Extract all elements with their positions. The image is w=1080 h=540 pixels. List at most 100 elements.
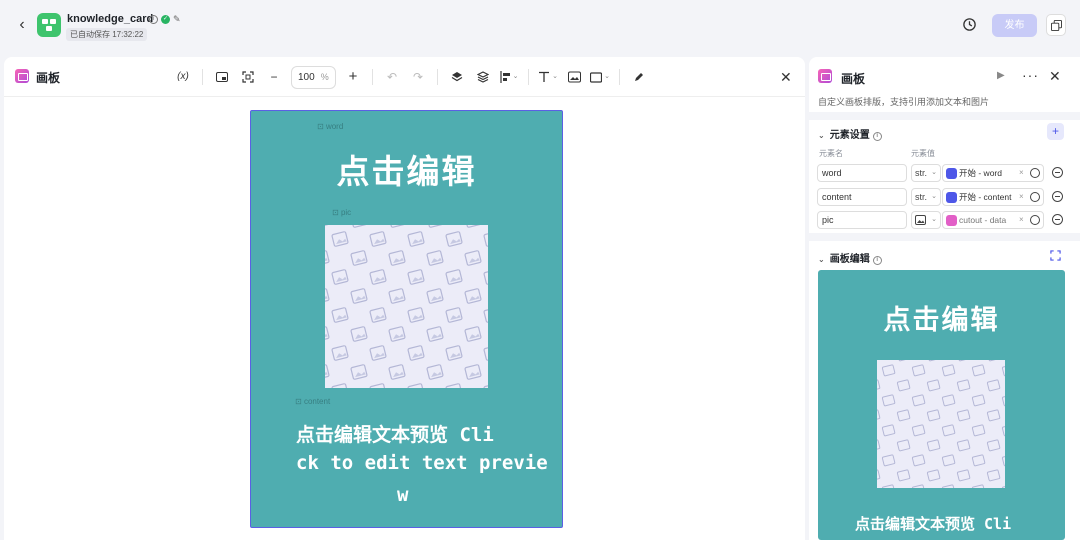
element-tag-content: ⊡ content: [295, 397, 331, 406]
duplicate-button[interactable]: [1046, 14, 1066, 36]
variable-button[interactable]: (x): [172, 65, 194, 89]
canvas-content-line-1[interactable]: 点击编辑文本预览 Cli: [296, 420, 494, 447]
image-placeholder-pattern: [877, 360, 1005, 488]
chevron-down-icon: ⌄: [818, 131, 825, 140]
shape-tool-icon[interactable]: ⌄: [589, 65, 611, 89]
redo-icon[interactable]: ↷: [407, 65, 429, 89]
panel-description: 自定义画板排版，支持引用添加文本和图片: [818, 97, 990, 107]
image-placeholder-pattern: [325, 225, 488, 388]
editor-title: 画板: [36, 71, 61, 85]
start-node-icon: [946, 192, 957, 203]
editor-header: 画板 (x) − 100% + ↶ ↷ ⌄ ⌄ ⌄ ✕: [4, 57, 805, 97]
zoom-input[interactable]: 100%: [291, 65, 336, 89]
toolbar-divider: [202, 69, 203, 85]
add-element-button[interactable]: +: [1047, 123, 1064, 140]
edit-icon[interactable]: ✎: [173, 14, 183, 24]
canvas-toolbar: (x) − 100% + ↶ ↷ ⌄ ⌄ ⌄: [170, 65, 652, 89]
expand-icon[interactable]: [1050, 250, 1061, 261]
element-tag-word-label: word: [325, 122, 344, 131]
reference-picker-icon[interactable]: [1030, 192, 1040, 202]
align-icon[interactable]: ⌄: [498, 65, 520, 89]
undo-icon[interactable]: ↶: [381, 65, 403, 89]
check-circle-icon: ✓: [161, 14, 170, 24]
section-divider: [809, 112, 1080, 120]
clear-reference-icon[interactable]: ×: [1019, 165, 1024, 181]
zoom-in-icon[interactable]: +: [342, 65, 364, 89]
start-node-icon: [946, 168, 957, 179]
canvas-size-icon[interactable]: [211, 65, 233, 89]
close-icon[interactable]: ✕: [1049, 68, 1061, 85]
element-tag-content-label: content: [303, 397, 331, 406]
element-tag-pic: ⊡ pic: [332, 208, 352, 217]
element-row: content str. ⌄ 开始 - content ×: [817, 188, 1070, 206]
info-icon[interactable]: i: [149, 14, 158, 24]
workflow-app-icon: [37, 13, 61, 37]
back-arrow-icon[interactable]: ‹: [14, 15, 30, 35]
element-type-select[interactable]: str. ⌄: [911, 164, 941, 182]
element-tag-word: ⊡ word: [317, 122, 344, 131]
canvas-preview[interactable]: 点击编辑 点击编辑文本预览 Cli: [818, 270, 1065, 540]
element-name-input[interactable]: content: [817, 188, 907, 206]
text-tool-icon[interactable]: ⌄: [537, 65, 559, 89]
element-row: pic ⌄ cutout - data ×: [817, 211, 1070, 229]
layers-icon[interactable]: [472, 65, 494, 89]
more-icon[interactable]: ···: [1022, 67, 1039, 83]
reference-picker-icon[interactable]: [1030, 215, 1040, 225]
app-name: knowledge_card: [67, 13, 154, 25]
chevron-down-icon: ⌄: [818, 255, 825, 264]
element-type-select[interactable]: ⌄: [911, 211, 941, 229]
bring-forward-icon[interactable]: [446, 65, 468, 89]
canvas-section-title: 画板编辑: [829, 254, 870, 265]
canvas-board[interactable]: ⊡ word 点击编辑 ⊡ pic ⊡ content 点击编辑文本预览 Cli: [250, 110, 563, 528]
preview-content-text: 点击编辑文本预览 Cli: [855, 515, 1012, 533]
reference-picker-icon[interactable]: [1030, 168, 1040, 178]
remove-element-icon[interactable]: [1052, 191, 1063, 202]
canvas-board-icon: [15, 69, 29, 83]
reference-label: cutout - data: [959, 215, 1007, 225]
element-name-input[interactable]: pic: [817, 211, 907, 229]
zoom-value: 100: [298, 71, 315, 83]
canvas-content-line-2[interactable]: ck to edit text previe: [296, 452, 548, 474]
pen-tool-icon[interactable]: [628, 65, 650, 89]
elements-section-header[interactable]: ⌄ 元素设置 i: [818, 126, 882, 141]
info-icon[interactable]: i: [872, 132, 882, 141]
remove-element-icon[interactable]: [1052, 214, 1063, 225]
element-tag-pic-label: pic: [340, 208, 352, 217]
column-header-name: 元素名: [819, 149, 843, 158]
reference-label: 开始 - word: [959, 168, 1002, 178]
element-name-input[interactable]: word: [817, 164, 907, 182]
copy-icon: [1051, 20, 1062, 31]
canvas-headline-text[interactable]: 点击编辑: [251, 145, 562, 193]
remove-element-icon[interactable]: [1052, 167, 1063, 178]
element-value-reference[interactable]: 开始 - word ×: [942, 164, 1044, 182]
image-type-icon: [915, 215, 926, 225]
run-icon[interactable]: ▶: [997, 70, 1005, 81]
clear-reference-icon[interactable]: ×: [1019, 212, 1024, 228]
section-divider: [809, 233, 1080, 241]
autosave-status: 已自动保存 17:32:22: [66, 28, 148, 41]
close-icon[interactable]: ✕: [780, 69, 792, 86]
preview-headline-text: 点击编辑: [883, 305, 1000, 336]
panel-title: 画板: [841, 72, 866, 86]
zoom-unit: %: [320, 71, 329, 82]
element-type-select[interactable]: str. ⌄: [911, 188, 941, 206]
toolbar-divider: [372, 69, 373, 85]
image-tool-icon[interactable]: [563, 65, 585, 89]
element-value-reference[interactable]: cutout - data ×: [942, 211, 1044, 229]
fit-screen-icon[interactable]: [237, 65, 259, 89]
canvas-board-icon: [818, 69, 832, 83]
element-type-value: str.: [915, 192, 928, 202]
element-value-reference[interactable]: 开始 - content ×: [942, 188, 1044, 206]
canvas-settings-panel: 画板 ▶ ··· ✕ 自定义画板排版，支持引用添加文本和图片 ⌄ 元素设置 i + …: [809, 57, 1080, 540]
clear-reference-icon[interactable]: ×: [1019, 189, 1024, 205]
history-icon[interactable]: [962, 17, 977, 32]
toolbar-divider: [619, 69, 620, 85]
canvas-content-line-3[interactable]: w: [397, 484, 408, 506]
cutout-node-icon: [946, 215, 957, 226]
preview-image-placeholder: [877, 360, 1005, 488]
canvas-section-header[interactable]: ⌄ 画板编辑 i: [818, 250, 882, 265]
canvas-image-placeholder[interactable]: [325, 225, 488, 388]
info-icon[interactable]: i: [872, 256, 882, 265]
zoom-out-icon[interactable]: −: [263, 65, 285, 89]
publish-button[interactable]: 发布: [992, 14, 1037, 37]
